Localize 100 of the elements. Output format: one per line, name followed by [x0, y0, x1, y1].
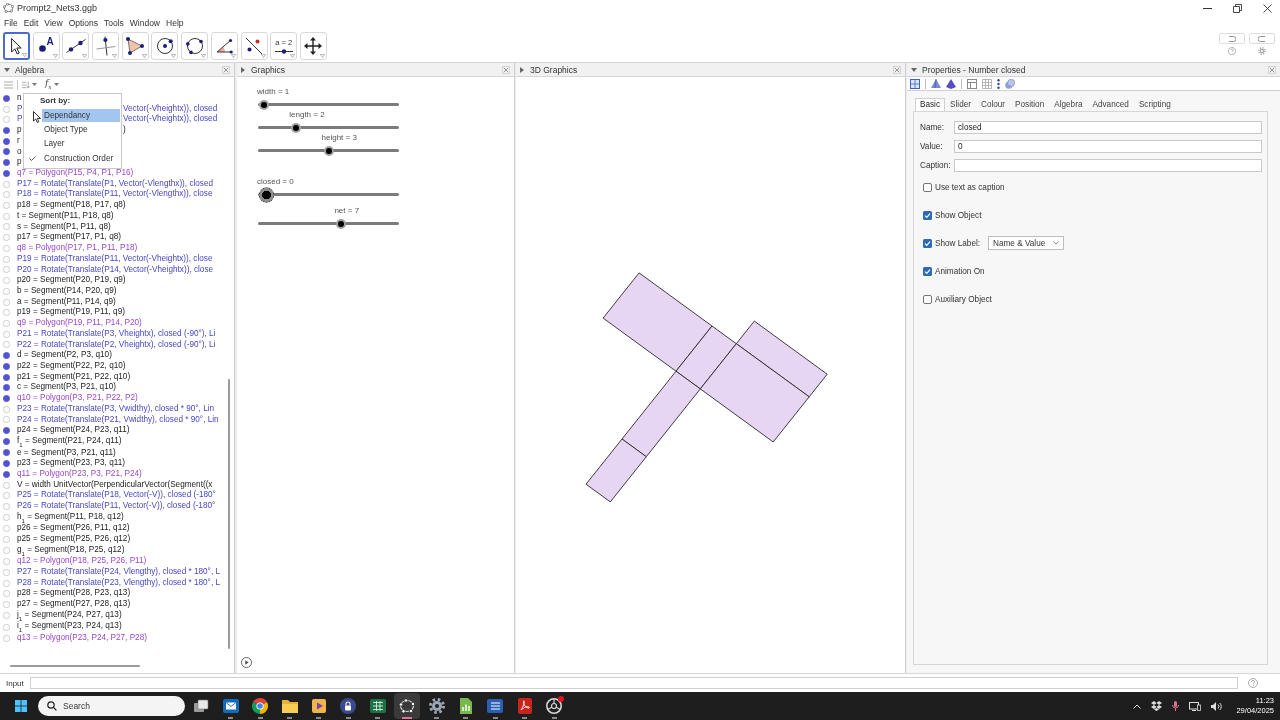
algebra-entry[interactable]: Vector(-Vheightx)), closed [123, 114, 218, 126]
visibility-dot-icon[interactable] [3, 525, 10, 533]
visibility-dot-icon[interactable] [3, 94, 10, 102]
algebra-entry[interactable]: ) [123, 125, 126, 136]
perpendicular-tool-button[interactable] [92, 32, 120, 60]
visibility-dot-icon[interactable] [3, 244, 10, 252]
tab[interactable]: Scripting [1133, 98, 1176, 111]
algebra-entry[interactable]: p24 = Segment(P24, P23, q11) [17, 425, 130, 436]
algebra-entry[interactable]: n [17, 93, 22, 104]
microphone-icon[interactable] [1172, 701, 1180, 711]
visibility-dot-icon[interactable] [3, 202, 10, 210]
algebra-entry[interactable]: p [17, 157, 22, 169]
visibility-dot-icon[interactable] [3, 492, 10, 500]
algebra-entry[interactable]: q7 = Polygon(P15, P4, P1, P16) [17, 168, 134, 179]
menu-item[interactable]: Edit [20, 18, 42, 28]
point-tool-button[interactable]: A [32, 32, 60, 60]
checkbox[interactable] [923, 266, 932, 276]
tab[interactable]: Algebra [1049, 98, 1088, 111]
algebra-entry[interactable]: P23 = Rotate(Translate(P3, Vwidthy), closed * 90°, Lin [17, 403, 215, 415]
algebra-entry[interactable]: P22 = Rotate(Translate(P2, Vheightx), closed (-90°), Li [17, 339, 216, 351]
line-tool-button[interactable] [62, 32, 90, 60]
expand-caret-icon[interactable] [520, 66, 524, 73]
algebra-entry[interactable]: P18 = Rotate(Translate(P11, Vector(-Vlengthx)), close [17, 189, 213, 201]
slider-handle[interactable] [291, 122, 302, 133]
algebra-entry[interactable]: f$_{1}$ = Segment(P21, P24, q11) [17, 436, 122, 448]
visibility-dot-icon[interactable] [3, 373, 10, 381]
visibility-dot-icon[interactable] [3, 558, 10, 566]
algebra-entry[interactable]: q9 = Polygon(P19, P11, P14, P20) [17, 318, 142, 329]
speaker-icon[interactable] [1211, 701, 1223, 711]
input-field[interactable] [29, 677, 1238, 689]
visibility-dot-icon[interactable] [3, 266, 10, 274]
angle-tool-button[interactable] [210, 32, 238, 60]
algebra-entry[interactable]: p21 = Segment(P21, P22, q10) [17, 371, 131, 383]
algebra-entry[interactable]: o [17, 146, 22, 158]
visibility-dot-icon[interactable] [3, 148, 10, 156]
redo-button[interactable] [1249, 33, 1275, 44]
algebra-entry[interactable]: P26 = Rotate(Translate(P11, Vector(-V)), closed (-180° [17, 501, 216, 512]
close-icon[interactable] [1263, 3, 1272, 13]
slider-handle[interactable] [336, 218, 347, 229]
menu-item[interactable]: Options [65, 18, 101, 28]
undo-button[interactable] [1219, 33, 1245, 44]
play-icon[interactable] [241, 657, 252, 668]
search-field[interactable]: Search [38, 696, 185, 716]
algebra-entry[interactable]: P27 = Rotate(Translate(P24, Vlengthy), closed * 180°, L [17, 566, 220, 578]
algebra-entry[interactable]: p20 = Segment(P20, P19, q9) [17, 275, 126, 286]
text-field[interactable]: 0 [954, 140, 1262, 153]
pyramid-icon[interactable] [931, 78, 941, 89]
algebra-entry[interactable]: p25 = Segment(P25, P26, q12) [17, 534, 131, 545]
menu-item[interactable]: View [41, 18, 66, 28]
visibility-dot-icon[interactable] [3, 277, 10, 285]
checkbox[interactable] [923, 294, 932, 304]
algebra-entry[interactable]: e = Segment(P3, P21, q11) [17, 447, 116, 459]
algebra-entry[interactable]: P19 = Rotate(Translate(P11, Vector(-Vheightx)), close [17, 253, 213, 265]
menu-item[interactable]: Tools [100, 18, 127, 28]
tab[interactable]: Basic [915, 98, 946, 111]
visibility-dot-icon[interactable] [3, 579, 10, 587]
text-field[interactable]: closed [954, 121, 1262, 134]
algebra-entry[interactable]: p [17, 125, 22, 136]
collapse-caret-icon[interactable] [911, 67, 917, 72]
visibility-dot-icon[interactable] [3, 298, 10, 306]
visibility-dot-icon[interactable] [3, 330, 10, 338]
visibility-dot-icon[interactable] [3, 223, 10, 231]
start-icon[interactable] [15, 700, 27, 712]
visibility-dot-icon[interactable] [3, 384, 10, 392]
algebra-entry[interactable]: h$_{1}$ = Segment(P11, P18, q12) [17, 511, 124, 524]
slider-handle[interactable] [323, 145, 334, 156]
algebra-entry[interactable]: p26 = Segment(P26, P11, q12) [17, 523, 130, 535]
algebra-entry[interactable]: j$_{1}$ = Segment(P24, P27, q13) [17, 609, 122, 622]
visibility-dot-icon[interactable] [3, 535, 10, 543]
visibility-dot-icon[interactable] [3, 470, 10, 478]
vertical-dots-icon[interactable] [997, 78, 1000, 89]
visibility-dot-icon[interactable] [3, 460, 10, 468]
algebra-entry[interactable]: p17 = Segment(P17, P1, q8) [17, 232, 121, 244]
monitor-icon[interactable] [1189, 701, 1202, 711]
algebra-entry[interactable]: p27 = Segment(P27, P28, q13) [17, 599, 131, 610]
expand-caret-icon[interactable] [241, 66, 245, 73]
visibility-dot-icon[interactable] [3, 623, 10, 631]
visibility-dot-icon[interactable] [3, 612, 10, 620]
algebra-entry[interactable]: p23 = Segment(P23, P3, q11) [17, 458, 125, 469]
algebra-entry[interactable]: P20 = Rotate(Translate(P14, Vector(-Vheightx)), close [17, 264, 214, 276]
checkbox[interactable] [923, 182, 932, 192]
algebra-entry[interactable]: g$_{1}$ = Segment(P18, P25, q12) [17, 544, 125, 557]
algebra-entry[interactable]: p18 = Segment(P18, P17, q8) [17, 200, 126, 211]
visibility-dot-icon[interactable] [3, 180, 10, 188]
visibility-dot-icon[interactable] [3, 601, 10, 608]
label-style-dropdown[interactable]: Name & Value [988, 236, 1065, 250]
algebra-entry[interactable]: P28 = Rotate(Translate(P23, Vlengthy), closed * 180°, L [17, 577, 220, 589]
circle-tool-button[interactable] [151, 32, 179, 60]
visibility-dot-icon[interactable] [3, 362, 10, 370]
algebra-entry[interactable]: P [17, 103, 23, 115]
algebra-entry[interactable]: s = Segment(P1, P11, q8) [17, 221, 111, 233]
visibility-dot-icon[interactable] [3, 234, 10, 242]
style-button[interactable]: f$_{x}$ [45, 77, 59, 92]
slider-handle[interactable] [259, 99, 269, 110]
algebra-entry[interactable]: P [17, 114, 23, 126]
stack-icon[interactable] [1005, 78, 1015, 89]
algebra-entry[interactable]: c = Segment(P3, P21, q10) [17, 382, 116, 394]
tab[interactable]: Advanced [1087, 98, 1134, 111]
algebra-entry[interactable]: d = Segment(P2, P3, q10) [17, 350, 112, 361]
algebra-entry[interactable]: t = Segment(P11, P18, q8) [17, 210, 114, 222]
